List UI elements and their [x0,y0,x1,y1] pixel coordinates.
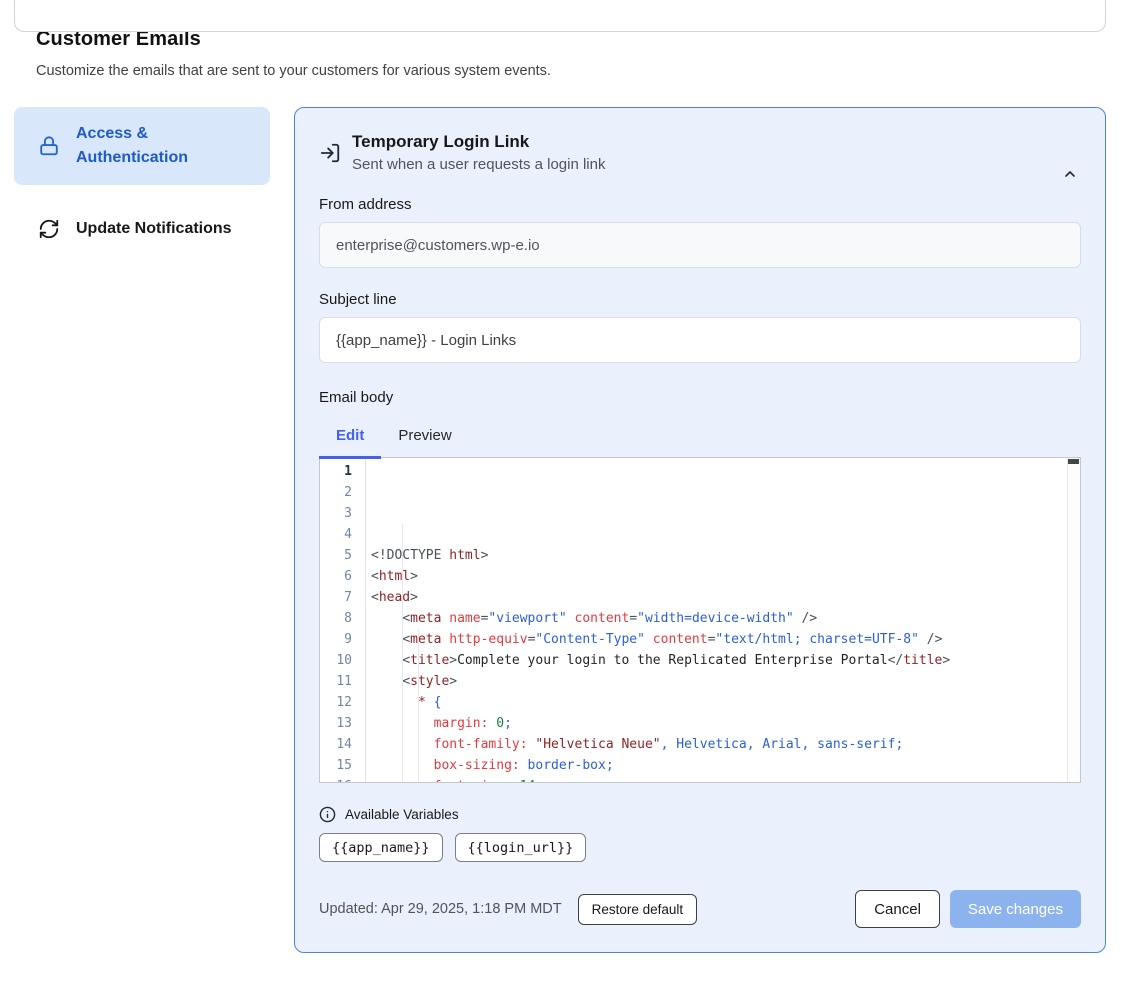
indent-guide [402,524,403,782]
line-number: 9 [320,629,365,650]
available-variables-row: Available Variables [319,806,1081,823]
editor-code-area[interactable]: <!DOCTYPE html><html><head> <meta name="… [366,458,1080,782]
from-address-input[interactable] [319,222,1081,268]
email-body-tabs: EditPreview [319,418,1081,457]
info-icon [319,806,336,823]
variable-chips: {{app_name}} {{login_url}} [319,833,1081,862]
line-number: 14 [320,734,365,755]
line-number: 6 [320,566,365,587]
variable-chip[interactable]: {{login_url}} [455,833,587,862]
panel-header: Temporary Login Link Sent when a user re… [319,132,1081,173]
line-number: 11 [320,671,365,692]
line-number: 12 [320,692,365,713]
line-number: 3 [320,503,365,524]
tab-edit[interactable]: Edit [319,418,381,457]
code-line: <head> [371,587,1066,608]
code-line: <title>Complete your login to the Replic… [371,650,1066,671]
sidebar-item-label: Update Notifications [76,217,232,241]
previous-card-bottom-edge [14,0,1106,32]
code-line: <meta name="viewport" content="width=dev… [371,608,1066,629]
login-icon [319,132,341,173]
code-line: font-family: "Helvetica Neue", Helvetica… [371,734,1066,755]
chevron-up-icon [1062,166,1078,185]
code-editor: 12345678910111213141516 <!DOCTYPE html><… [319,457,1081,783]
collapse-section-button[interactable] [1059,164,1081,186]
code-line: <!DOCTYPE html> [371,545,1066,566]
refresh-icon [38,218,60,240]
line-number: 13 [320,713,365,734]
cancel-button[interactable]: Cancel [855,890,940,928]
lock-icon [38,135,60,157]
updated-timestamp: Updated: Apr 29, 2025, 1:18 PM MDT [319,901,562,917]
available-variables-label: Available Variables [345,807,459,822]
code-line: <meta http-equiv="Content-Type" content=… [371,629,1066,650]
email-settings-panel: Temporary Login Link Sent when a user re… [294,107,1106,953]
panel-footer: Updated: Apr 29, 2025, 1:18 PM MDT Resto… [319,890,1081,928]
code-line: <html> [371,566,1066,587]
editor-line-numbers: 12345678910111213141516 [320,458,366,782]
email-types-sidebar: Access & Authentication Update Notificati… [14,107,270,256]
line-number: 1 [320,461,365,482]
email-body-label: Email body [319,389,1081,406]
editor-scrollbar[interactable] [1067,458,1080,782]
line-number: 15 [320,755,365,776]
sidebar-item-label: Access & Authentication [76,122,254,170]
line-number: 16 [320,776,365,783]
variable-chip[interactable]: {{app_name}} [319,833,443,862]
line-number: 5 [320,545,365,566]
code-line: font-size: 14px; [371,776,1066,782]
scrollbar-thumb[interactable] [1068,459,1079,464]
from-address-label: From address [319,196,1081,213]
code-line: margin: 0; [371,713,1066,734]
subject-line-label: Subject line [319,291,1081,308]
tab-preview[interactable]: Preview [381,418,468,457]
line-number: 4 [320,524,365,545]
sidebar-item-access-authentication[interactable]: Access & Authentication [14,107,270,185]
indent-guide [418,629,419,782]
line-number: 8 [320,608,365,629]
code-line: * { [371,692,1066,713]
panel-title: Temporary Login Link [352,132,605,152]
page-subtitle: Customize the emails that are sent to yo… [36,63,1106,79]
code-line: box-sizing: border-box; [371,755,1066,776]
subject-line-input[interactable] [319,317,1081,363]
line-number: 2 [320,482,365,503]
line-number: 7 [320,587,365,608]
save-changes-button[interactable]: Save changes [950,890,1081,928]
code-line: <style> [371,671,1066,692]
line-number: 10 [320,650,365,671]
panel-subtitle: Sent when a user requests a login link [352,156,605,173]
page-header: Customer Emails Customize the emails tha… [36,28,1106,79]
sidebar-item-update-notifications[interactable]: Update Notifications [14,202,270,256]
restore-default-button[interactable]: Restore default [578,894,698,925]
